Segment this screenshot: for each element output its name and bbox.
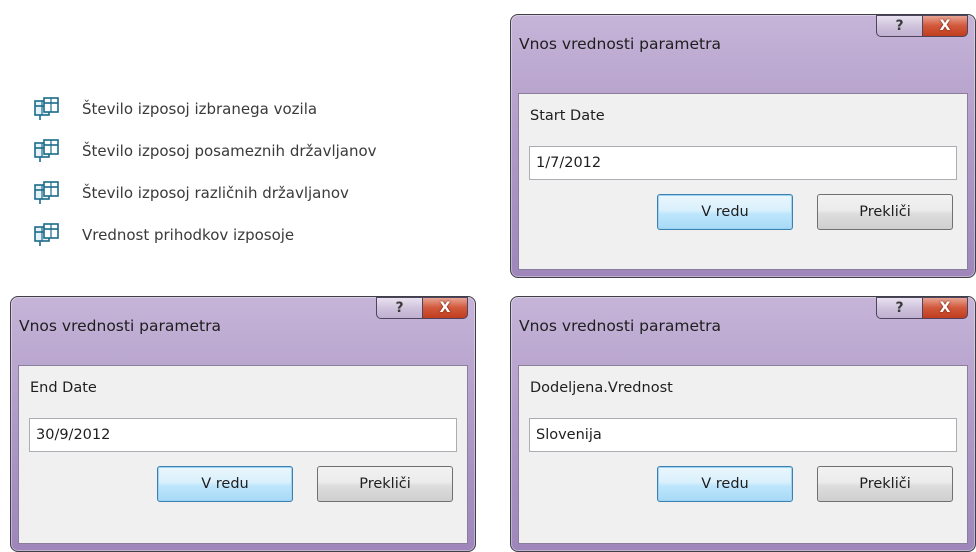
ok-button[interactable]: V redu: [157, 466, 293, 502]
query-item-razlicnih-drzavljanov[interactable]: Število izposoj različnih državljanov: [34, 172, 377, 214]
ok-button[interactable]: V redu: [657, 194, 793, 230]
help-button[interactable]: ?: [876, 15, 922, 37]
query-item-label: Število izposoj izbranega vozila: [82, 100, 318, 118]
help-icon: ?: [895, 18, 904, 34]
help-icon: ?: [895, 300, 904, 316]
close-button[interactable]: X: [422, 297, 468, 319]
dialog-title: Vnos vrednosti parametra: [519, 35, 721, 53]
dialog-title: Vnos vrednosti parametra: [519, 317, 721, 335]
dialog-body: End Date V redu Prekliči: [18, 365, 468, 544]
dialog-body: Dodeljena.Vrednost V redu Prekliči: [518, 365, 968, 544]
cancel-button[interactable]: Prekliči: [317, 466, 453, 502]
parameter-label: Start Date: [530, 108, 605, 124]
parameter-input[interactable]: [529, 146, 957, 180]
help-button[interactable]: ?: [376, 297, 422, 319]
help-icon: ?: [395, 300, 404, 316]
close-button[interactable]: X: [922, 15, 968, 37]
parameter-label: End Date: [30, 380, 97, 396]
query-icon: [34, 181, 59, 204]
parameter-input[interactable]: [29, 418, 457, 452]
close-icon: X: [939, 300, 951, 316]
ok-button[interactable]: V redu: [657, 466, 793, 502]
parameter-dialog-start-date: Vnos vrednosti parametra ? X Start Date …: [510, 14, 976, 278]
query-item-posameznih-drzavljanov[interactable]: Število izposoj posameznih državljanov: [34, 130, 377, 172]
cancel-button[interactable]: Prekliči: [817, 194, 953, 230]
query-icon: [34, 139, 59, 162]
close-button[interactable]: X: [922, 297, 968, 319]
query-item-label: Vrednost prihodkov izposoje: [82, 226, 295, 244]
query-list: Število izposoj izbranega vozila Število…: [34, 88, 377, 256]
parameter-dialog-dodeljena-vrednost: Vnos vrednosti parametra ? X Dodeljena.V…: [510, 296, 976, 552]
query-item-vrednost-prihodkov[interactable]: Vrednost prihodkov izposoje: [34, 214, 377, 256]
query-item-izbranega-vozila[interactable]: Število izposoj izbranega vozila: [34, 88, 377, 130]
query-icon: [34, 97, 59, 120]
query-item-label: Število izposoj posameznih državljanov: [82, 142, 377, 160]
query-icon: [34, 223, 59, 246]
parameter-label: Dodeljena.Vrednost: [530, 380, 673, 396]
parameter-dialog-end-date: Vnos vrednosti parametra ? X End Date V …: [10, 296, 476, 552]
dialog-title: Vnos vrednosti parametra: [19, 317, 221, 335]
close-icon: X: [939, 18, 951, 34]
help-button[interactable]: ?: [876, 297, 922, 319]
close-icon: X: [439, 300, 451, 316]
dialog-body: Start Date V redu Prekliči: [518, 93, 968, 270]
cancel-button[interactable]: Prekliči: [817, 466, 953, 502]
query-item-label: Število izposoj različnih državljanov: [82, 184, 349, 202]
parameter-input[interactable]: [529, 418, 957, 452]
